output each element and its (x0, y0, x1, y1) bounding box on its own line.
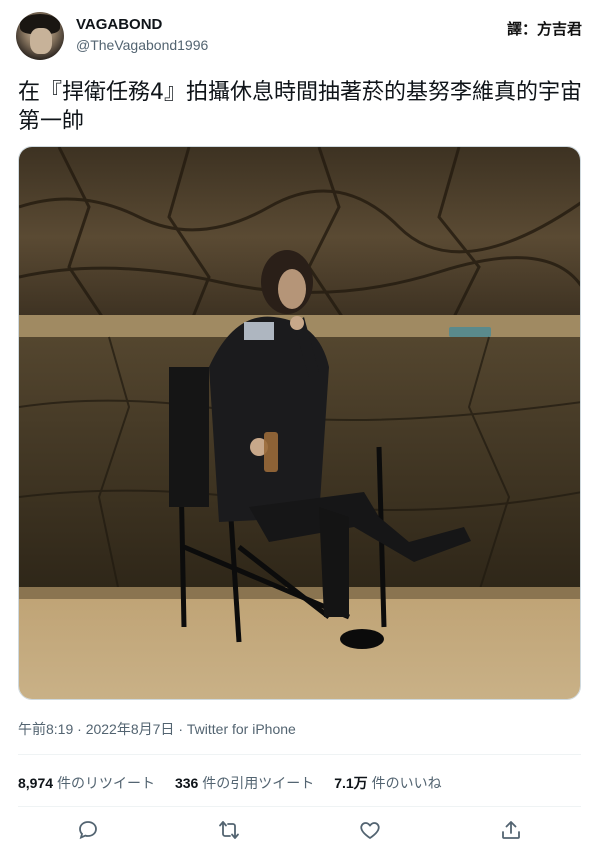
share-icon (502, 821, 520, 839)
tweet-header: VAGABOND @TheVagabond1996 譯：方吉君 (16, 12, 582, 62)
retweets-count: 8,974 (18, 775, 54, 791)
divider (18, 754, 581, 755)
quotes-label: 件の引用ツイート (202, 775, 315, 791)
tweet-photo[interactable] (18, 146, 581, 700)
likes-count: 7.1万 (334, 775, 368, 791)
quotes-stat[interactable]: 336 件の引用ツイート (175, 773, 314, 793)
author-handle[interactable]: @TheVagabond1996 (76, 37, 208, 53)
share-button[interactable] (499, 818, 523, 842)
divider (18, 806, 581, 807)
meta-separator: · (77, 721, 82, 737)
tweet-stats: 8,974 件のリツイート 336 件の引用ツイート 7.1万 件のいいね (18, 773, 458, 793)
author-name[interactable]: VAGABOND (76, 16, 162, 33)
tweet-meta: 午前8:19 · 2022年8月7日 · Twitter for iPhone (18, 719, 296, 739)
like-button[interactable] (358, 818, 382, 842)
avatar[interactable] (16, 12, 64, 60)
reply-icon (79, 821, 97, 840)
tweet-text: 在『捍衛任務4』拍攝休息時間抽著菸的基努李維真的宇宙第一帥 (18, 80, 582, 134)
likes-stat[interactable]: 7.1万 件のいいね (334, 773, 441, 793)
translator-watermark: 譯：方吉君 (506, 20, 582, 38)
photo-illustration (19, 147, 580, 699)
retweet-icon (219, 821, 239, 839)
retweet-button[interactable] (217, 818, 241, 842)
quotes-count: 336 (174, 775, 199, 791)
like-icon (360, 822, 380, 839)
tweet-time[interactable]: 午前8:19 (18, 721, 73, 737)
retweets-stat[interactable]: 8,974 件のリツイート (18, 773, 155, 793)
retweets-label: 件のリツイート (57, 775, 156, 791)
tweet-actions (18, 812, 581, 848)
tweet-source[interactable]: Twitter for iPhone (187, 721, 296, 737)
meta-separator: · (178, 721, 183, 737)
tweet-date[interactable]: 2022年8月7日 (86, 721, 175, 737)
reply-button[interactable] (76, 818, 100, 842)
likes-label: 件のいいね (371, 775, 442, 791)
